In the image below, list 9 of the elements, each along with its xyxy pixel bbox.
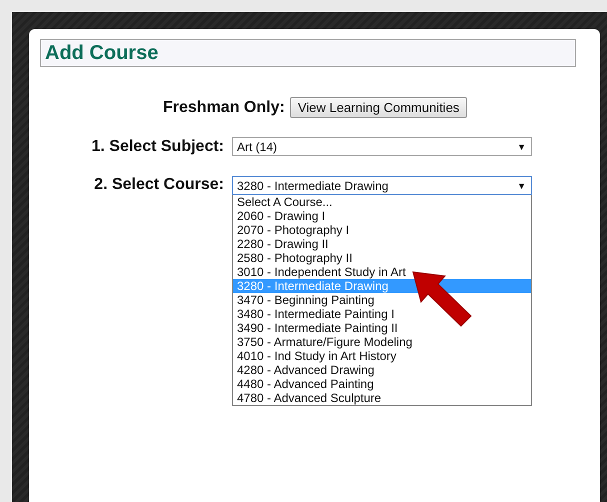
course-label: 2. Select Course:: [93, 176, 224, 194]
subject-select[interactable]: Art (14) ▼: [232, 137, 532, 156]
subject-label: 1. Select Subject:: [90, 138, 224, 156]
dropdown-arrow-icon: ▼: [517, 142, 526, 152]
freshman-label: Freshman Only:: [163, 98, 285, 116]
view-learning-communities-button[interactable]: View Learning Communities: [290, 97, 468, 118]
dropdown-arrow-icon: ▼: [517, 180, 526, 190]
dialog-title: Add Course: [40, 39, 576, 67]
course-select[interactable]: 3280 - Intermediate Drawing ▼: [232, 176, 532, 195]
